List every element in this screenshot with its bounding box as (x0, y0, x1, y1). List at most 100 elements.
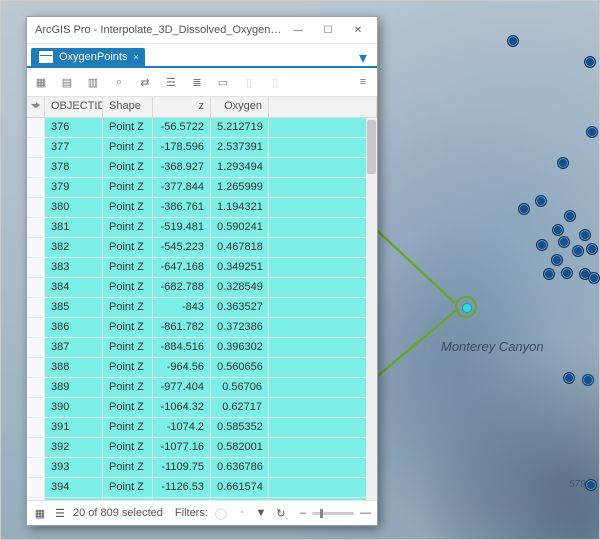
row-selector[interactable] (27, 378, 45, 398)
window-titlebar[interactable]: ArcGIS Pro - Interpolate_3D_Dissolved_Ox… (27, 17, 377, 44)
table-row[interactable]: 383Point Z-647.1680.349251 (27, 258, 377, 278)
table-row[interactable]: 392Point Z-1077.160.582001 (27, 438, 377, 458)
map-point[interactable] (558, 236, 570, 248)
close-button[interactable]: ✕ (343, 20, 373, 40)
clear-selection-button[interactable]: ▥ (83, 72, 103, 92)
map-point[interactable] (572, 245, 584, 257)
vertical-scrollbar[interactable] (366, 118, 377, 500)
row-selector[interactable] (27, 478, 45, 498)
map-point[interactable] (552, 224, 564, 236)
row-selector[interactable] (27, 138, 45, 158)
cell-z: -682.788 (153, 278, 211, 298)
column-header-z[interactable]: z (153, 97, 211, 117)
cell-objectid: 382 (45, 238, 103, 258)
column-header-oxygen[interactable]: Oxygen (211, 97, 269, 117)
zoom-to-button[interactable]: ⌕ (109, 72, 129, 92)
table-row[interactable]: 390Point Z-1064.320.62717 (27, 398, 377, 418)
table-row[interactable]: 391Point Z-1074.20.585352 (27, 418, 377, 438)
map-point[interactable] (564, 210, 576, 222)
table-row[interactable]: 387Point Z-884.5160.396302 (27, 338, 377, 358)
tab-oxygenpoints[interactable]: OxygenPoints × (31, 48, 145, 66)
map-point[interactable] (543, 268, 555, 280)
map-canvas[interactable]: Monterey Canyon 579 ArcGIS Pro - Interpo… (0, 0, 600, 540)
pane-menu-button[interactable]: ▾ (353, 52, 373, 66)
row-selector[interactable] (27, 298, 45, 318)
row-selector[interactable] (27, 438, 45, 458)
copy-row-button[interactable]: ▯ (265, 72, 285, 92)
table-row[interactable]: 378Point Z-368.9271.293494 (27, 158, 377, 178)
table-view-mode-icon[interactable]: ▦ (33, 506, 47, 520)
switch-selection-button[interactable]: ⇄ (135, 72, 155, 92)
row-selector[interactable] (27, 198, 45, 218)
filter-selection-icon[interactable]: ▼ (254, 506, 268, 520)
map-point[interactable] (518, 203, 530, 215)
calculate-button[interactable]: ▭ (213, 72, 233, 92)
table-row[interactable]: 380Point Z-386.7611.194321 (27, 198, 377, 218)
select-all-button[interactable]: ▤ (57, 72, 77, 92)
minimize-button[interactable]: — (283, 20, 313, 40)
delete-row-button[interactable]: ▯ (239, 72, 259, 92)
map-point[interactable] (557, 157, 569, 169)
column-header-objectid[interactable]: OBJECTID (45, 97, 103, 117)
table-row[interactable]: 376Point Z-56.57225.212719 (27, 118, 377, 138)
map-point[interactable] (585, 479, 597, 491)
table-row[interactable]: 395Point Z-1374.180.978716 (27, 498, 377, 500)
table-row[interactable]: 386Point Z-861.7820.372386 (27, 318, 377, 338)
map-point[interactable] (586, 126, 598, 138)
table-row[interactable]: 389Point Z-977.4040.56706 (27, 378, 377, 398)
row-selector[interactable] (27, 218, 45, 238)
cell-blank (269, 338, 377, 358)
table-body[interactable]: 376Point Z-56.57225.212719377Point Z-178… (27, 118, 377, 500)
map-point[interactable] (584, 56, 596, 68)
cell-z: -647.168 (153, 258, 211, 278)
map-point[interactable] (579, 229, 591, 241)
table-list-mode-icon[interactable]: ☰ (53, 506, 67, 520)
row-selector[interactable] (27, 238, 45, 258)
filter-refresh-icon[interactable]: ↻ (274, 506, 288, 520)
table-row[interactable]: 382Point Z-545.2230.467818 (27, 238, 377, 258)
row-selector[interactable] (27, 258, 45, 278)
table-row[interactable]: 393Point Z-1109.750.636786 (27, 458, 377, 478)
table-row[interactable]: 379Point Z-377.8441.265999 (27, 178, 377, 198)
maximize-button[interactable]: ☐ (313, 20, 343, 40)
table-row[interactable]: 385Point Z-8430.363527 (27, 298, 377, 318)
refresh-button[interactable]: ≣ (187, 72, 207, 92)
map-point[interactable] (582, 374, 594, 386)
map-point[interactable] (551, 254, 563, 266)
row-selector[interactable] (27, 418, 45, 438)
row-selector[interactable] (27, 398, 45, 418)
map-point[interactable] (561, 267, 573, 279)
filter-time-icon[interactable]: ◔ (234, 506, 248, 520)
map-point[interactable] (586, 243, 598, 255)
map-point[interactable] (536, 239, 548, 251)
row-selector[interactable] (27, 498, 45, 500)
row-selector[interactable] (27, 178, 45, 198)
tab-close-icon[interactable]: × (133, 52, 138, 62)
row-selector[interactable] (27, 118, 45, 138)
zoom-slider[interactable] (312, 512, 354, 515)
row-selector[interactable] (27, 278, 45, 298)
cell-z: -1064.32 (153, 398, 211, 418)
row-selector[interactable] (27, 158, 45, 178)
table-options-button[interactable]: ≡ (353, 72, 373, 92)
row-selector[interactable] (27, 318, 45, 338)
table-row[interactable]: 384Point Z-682.7880.328549 (27, 278, 377, 298)
table-row[interactable]: 381Point Z-519.4810.590241 (27, 218, 377, 238)
filter-extent-icon[interactable]: ◯ (214, 506, 228, 520)
field-view-button[interactable]: ▦ (31, 72, 51, 92)
row-selector[interactable] (27, 458, 45, 478)
map-point[interactable] (507, 35, 519, 47)
map-point[interactable] (563, 372, 575, 384)
table-row[interactable]: 394Point Z-1126.530.661574 (27, 478, 377, 498)
table-row[interactable]: 388Point Z-964.560.560656 (27, 358, 377, 378)
row-selector[interactable] (27, 338, 45, 358)
column-header-shape[interactable]: Shape (103, 97, 153, 117)
map-point[interactable] (588, 272, 600, 284)
scrollbar-thumb[interactable] (367, 120, 376, 174)
show-selected-button[interactable]: ☰ (161, 72, 181, 92)
cell-objectid: 380 (45, 198, 103, 218)
map-point[interactable] (535, 195, 547, 207)
table-row[interactable]: 377Point Z-178.5962.537391 (27, 138, 377, 158)
row-selector[interactable] (27, 358, 45, 378)
row-selector-header[interactable] (27, 97, 45, 117)
